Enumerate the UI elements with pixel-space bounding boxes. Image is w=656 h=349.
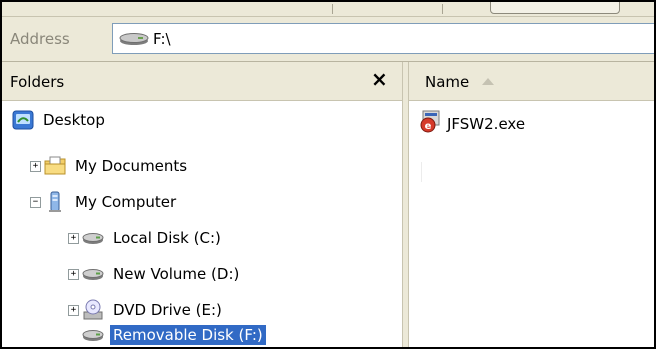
close-icon[interactable]: ×	[371, 67, 388, 91]
tree-item-new-volume-d[interactable]: New Volume (D:)	[82, 260, 242, 288]
expand-button[interactable]: +	[68, 305, 79, 316]
file-name: JFSW2.exe	[447, 115, 526, 133]
my-documents-folder-icon	[44, 155, 66, 177]
collapse-button[interactable]: −	[30, 197, 41, 208]
tree-item-my-documents[interactable]: My Documents	[44, 152, 190, 180]
tree-item-label: My Documents	[75, 157, 188, 175]
tree-item-label: Removable Disk (F:)	[110, 325, 266, 345]
folders-pane: Folders × Desktop + My Documents − My Co…	[2, 62, 402, 347]
tree-item-label: Local Disk (C:)	[113, 229, 221, 247]
hard-disk-icon	[82, 263, 104, 285]
my-computer-icon	[44, 191, 66, 213]
address-bar: Address F:\	[2, 17, 654, 62]
column-header: Name	[409, 62, 654, 101]
exe-file-icon: e	[419, 110, 443, 138]
explorer-window: Address F:\ Folders × Desktop + My Docum…	[0, 0, 656, 349]
expand-button[interactable]: +	[68, 269, 79, 280]
file-item[interactable]: e JFSW2.exe	[419, 110, 525, 138]
toolbar-strip	[2, 2, 654, 17]
svg-text:e: e	[425, 121, 432, 132]
tree-item-label: DVD Drive (E:)	[113, 301, 222, 319]
toolbar-control[interactable]	[490, 2, 620, 14]
folders-title: Folders	[10, 73, 65, 91]
address-label: Address	[10, 30, 70, 48]
address-value: F:\	[153, 30, 171, 48]
toolbar-separator	[442, 4, 443, 14]
tree-item-local-disk-c[interactable]: Local Disk (C:)	[82, 224, 224, 252]
column-name-header[interactable]: Name	[425, 73, 469, 91]
tree-item-dvd-drive-e[interactable]: DVD Drive (E:)	[82, 296, 225, 324]
tree-item-my-computer[interactable]: My Computer	[44, 188, 179, 216]
dvd-drive-icon	[82, 299, 104, 321]
tree-item-label: New Volume (D:)	[113, 265, 240, 283]
pane-splitter[interactable]	[402, 62, 409, 347]
tree-item-desktop[interactable]: Desktop	[12, 106, 108, 134]
tree-item-label: Desktop	[43, 111, 105, 129]
address-input[interactable]: F:\	[112, 23, 654, 54]
desktop-icon	[12, 109, 34, 131]
expand-button[interactable]: +	[68, 233, 79, 244]
hard-disk-icon	[82, 227, 104, 249]
sort-ascending-icon	[482, 78, 494, 85]
folders-header: Folders ×	[2, 62, 402, 101]
tree-item-label: My Computer	[75, 193, 177, 211]
removable-disk-icon	[82, 324, 104, 346]
column-guide	[421, 162, 422, 182]
toolbar-separator	[332, 4, 333, 14]
removable-disk-icon	[119, 32, 149, 50]
file-list-pane: Name e JFSW2.exe	[409, 62, 654, 347]
expand-button[interactable]: +	[30, 161, 41, 172]
tree-item-removable-disk-f[interactable]: Removable Disk (F:)	[82, 321, 266, 347]
